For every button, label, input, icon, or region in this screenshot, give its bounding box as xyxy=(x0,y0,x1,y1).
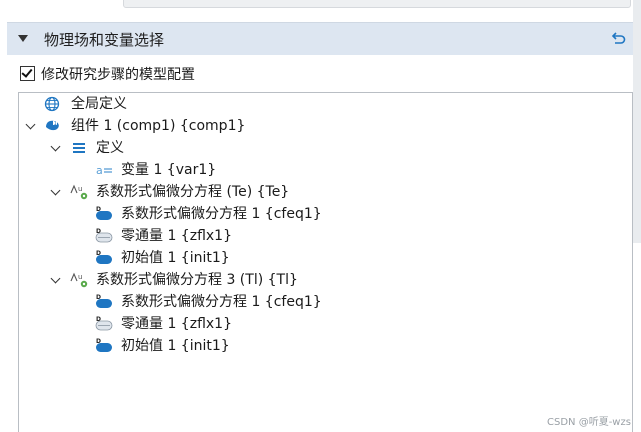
tree-item-label: 初始值 1 {init1} xyxy=(121,338,230,354)
modify-config-checkbox[interactable] xyxy=(20,66,35,81)
previous-input-field[interactable] xyxy=(123,0,631,8)
tree-item-global-definitions[interactable]: 全局定义 xyxy=(19,93,619,115)
tree-item-init1[interactable]: D 初始值 1 {init1} xyxy=(19,247,619,269)
tree-item-label: 系数形式偏微分方程 1 {cfeq1} xyxy=(121,206,322,222)
tree-item-label: 初始值 1 {init1} xyxy=(121,250,230,266)
tree-item-label: 零通量 1 {zflx1} xyxy=(121,316,232,332)
chevron-down-icon[interactable] xyxy=(50,185,61,196)
tree-item-label: 组件 1 (comp1) {comp1} xyxy=(71,118,246,134)
top-strip xyxy=(0,0,641,22)
coefficient-pde-icon: D xyxy=(96,206,112,220)
svg-text:D: D xyxy=(96,250,101,257)
collapse-caret-icon[interactable] xyxy=(18,35,28,42)
svg-text:D: D xyxy=(96,206,101,213)
section-header[interactable]: 物理场和变量选择 xyxy=(7,22,633,55)
tree-item-definitions[interactable]: 定义 xyxy=(19,137,619,159)
svg-text:D: D xyxy=(96,228,101,235)
outer-scrollbar[interactable] xyxy=(633,0,641,243)
pde-physics-icon: u xyxy=(70,184,88,200)
svg-text:1: 1 xyxy=(54,121,57,127)
initial-values-icon: D xyxy=(96,338,112,352)
zero-flux-icon: D xyxy=(95,228,113,243)
section-title: 物理场和变量选择 xyxy=(44,31,165,49)
tree-item-cfeq1[interactable]: D 系数形式偏微分方程 1 {cfeq1} xyxy=(19,203,619,225)
tree-item-label: 系数形式偏微分方程 3 (Tl) {Tl} xyxy=(96,272,298,288)
coefficient-pde-icon: D xyxy=(96,294,112,308)
tree-item-cfeq1[interactable]: D 系数形式偏微分方程 1 {cfeq1} xyxy=(19,291,619,313)
chevron-down-icon[interactable] xyxy=(50,273,61,284)
initial-values-icon: D xyxy=(96,250,112,264)
svg-text:D: D xyxy=(96,316,101,323)
definitions-list-icon xyxy=(73,143,85,153)
tree-item-pde-te[interactable]: u 系数形式偏微分方程 (Te) {Te} xyxy=(19,181,619,203)
reset-icon[interactable] xyxy=(609,30,627,48)
svg-text:u: u xyxy=(78,185,82,193)
tree-item-label: 变量 1 {var1} xyxy=(121,162,217,178)
tree-item-variable[interactable]: a 变量 1 {var1} xyxy=(19,159,619,181)
svg-text:D: D xyxy=(96,294,101,301)
tree-item-init1[interactable]: D 初始值 1 {init1} xyxy=(19,335,619,357)
tree-item-pde-tl[interactable]: u 系数形式偏微分方程 3 (Tl) {Tl} xyxy=(19,269,619,291)
tree-item-component[interactable]: 1 组件 1 (comp1) {comp1} xyxy=(19,115,619,137)
chevron-down-icon[interactable] xyxy=(50,141,61,152)
tree-item-label: 系数形式偏微分方程 1 {cfeq1} xyxy=(121,294,322,310)
tree-item-label: 零通量 1 {zflx1} xyxy=(121,228,232,244)
pde-physics-icon: u xyxy=(70,272,88,288)
watermark: CSDN @听夏-wzs xyxy=(547,417,631,428)
chevron-down-icon[interactable] xyxy=(25,119,36,130)
svg-text:u: u xyxy=(78,273,82,281)
modify-config-label: 修改研究步骤的模型配置 xyxy=(41,67,195,83)
tree-item-label: 全局定义 xyxy=(71,96,127,112)
variable-icon: a xyxy=(96,164,112,177)
tree-item-zflx1[interactable]: D 零通量 1 {zflx1} xyxy=(19,313,619,335)
tree-item-label: 系数形式偏微分方程 (Te) {Te} xyxy=(96,184,290,200)
tree-item-label: 定义 xyxy=(96,140,124,156)
component-icon: 1 xyxy=(46,120,59,131)
svg-text:a: a xyxy=(96,164,103,177)
tree-item-zflx1[interactable]: D 零通量 1 {zflx1} xyxy=(19,225,619,247)
zero-flux-icon: D xyxy=(95,316,113,331)
globe-icon xyxy=(44,96,60,112)
svg-text:D: D xyxy=(96,338,101,345)
physics-tree[interactable]: 全局定义 1 组件 1 (comp1) {comp1} 定义 a 变量 1 {v… xyxy=(18,92,633,432)
